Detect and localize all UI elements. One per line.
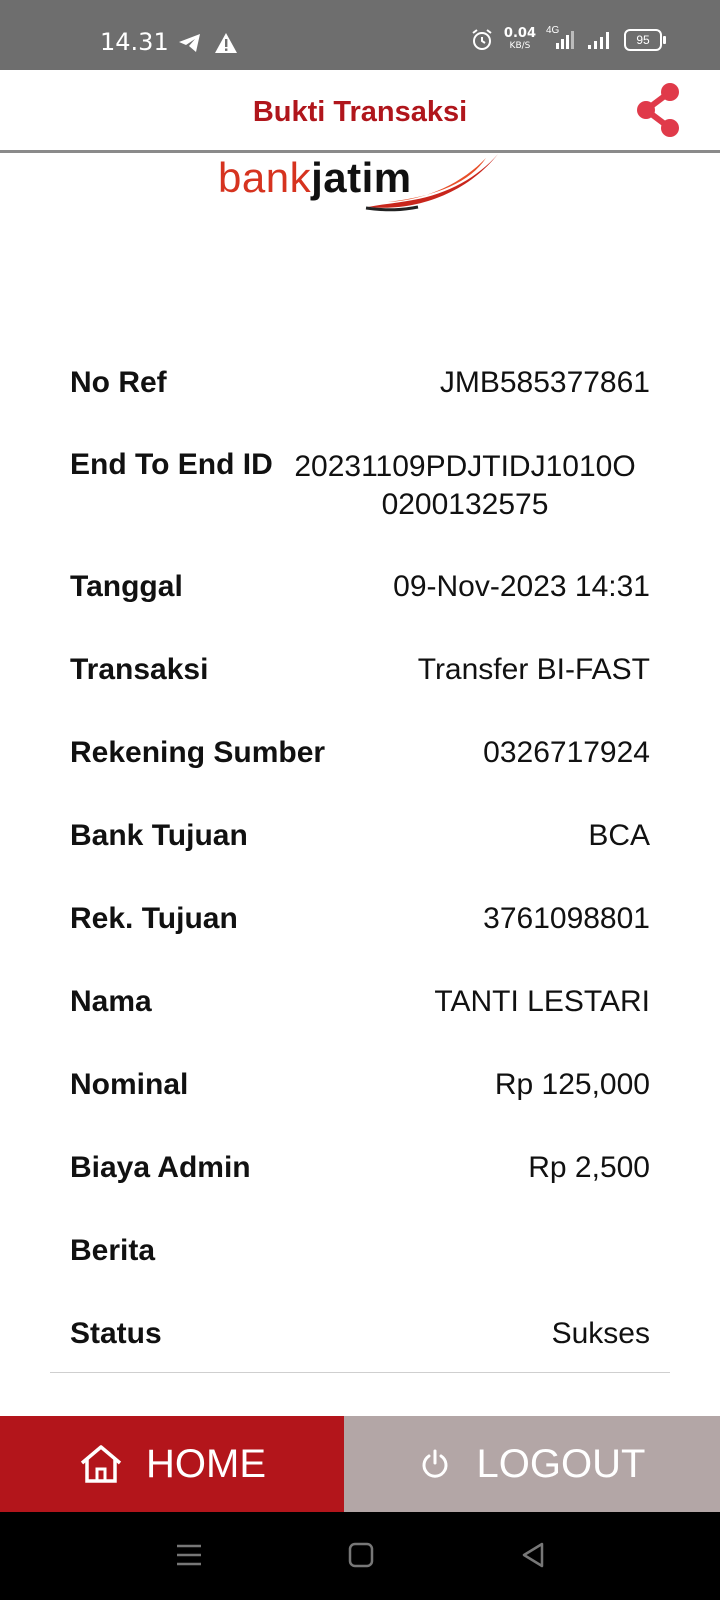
telegram-icon — [179, 34, 200, 52]
detail-label: No Ref — [70, 366, 167, 399]
logo-swoosh-icon — [365, 154, 498, 212]
alarm-icon — [472, 29, 492, 50]
network-speed: 0.04 KB/S — [503, 26, 536, 51]
detail-row-rekening-sumber: Rekening Sumber 0326717924 — [70, 736, 650, 770]
detail-row-transaksi: Transaksi Transfer BI-FAST — [70, 653, 650, 687]
detail-value: BCA — [588, 819, 650, 852]
detail-row-rek-tujuan: Rek. Tujuan 3761098801 — [70, 902, 650, 936]
detail-value: JMB585377861 — [439, 366, 650, 399]
detail-row-status: Status Sukses — [70, 1317, 650, 1351]
detail-label: Biaya Admin — [70, 1151, 251, 1184]
detail-label: Rek. Tujuan — [70, 902, 238, 935]
detail-row-nama: Nama TANTI LESTARI — [70, 985, 650, 1019]
home-icon — [80, 1445, 122, 1483]
detail-label: Nama — [70, 985, 152, 1018]
detail-label: Rekening Sumber — [70, 736, 326, 769]
app-header: Bukti Transaksi — [0, 70, 720, 153]
share-icon[interactable] — [634, 80, 684, 140]
detail-value: TANTI LESTARI — [434, 985, 650, 1018]
detail-row-biaya-admin: Biaya Admin Rp 2,500 — [70, 1151, 650, 1185]
status-bar: 14.31 0.04 KB/S 4G 95 — [0, 0, 720, 70]
detail-row-end-to-end-id: End To End ID 20231109PDJTIDJ1010O 02001… — [70, 448, 650, 524]
logout-button[interactable]: LOGOUT — [344, 1416, 720, 1512]
detail-label: Berita — [70, 1234, 156, 1267]
detail-label: Tanggal — [70, 570, 183, 603]
home-square-icon[interactable] — [348, 1540, 374, 1570]
divider — [50, 1372, 670, 1373]
detail-value: Rp 2,500 — [528, 1151, 650, 1184]
signal-icon — [588, 32, 609, 49]
detail-value: Transfer BI-FAST — [417, 653, 650, 686]
detail-row-berita: Berita — [70, 1234, 650, 1268]
detail-value: Sukses — [551, 1317, 650, 1350]
page-title: Bukti Transaksi — [252, 96, 468, 128]
status-time: 14.31 — [100, 28, 169, 56]
power-icon — [422, 1449, 448, 1478]
signal-icon: 4G — [546, 25, 576, 51]
detail-value: 3761098801 — [483, 902, 650, 935]
detail-value: 0326717924 — [483, 736, 650, 769]
detail-label: Transaksi — [70, 653, 209, 686]
warning-icon — [215, 33, 237, 53]
detail-row-bank-tujuan: Bank Tujuan BCA — [70, 819, 650, 853]
detail-label: End To End ID — [70, 448, 273, 481]
home-button[interactable]: HOME — [0, 1416, 344, 1512]
detail-label: Status — [70, 1317, 162, 1350]
detail-label: Bank Tujuan — [70, 819, 248, 852]
detail-row-no-ref: No Ref JMB585377861 — [70, 366, 650, 400]
detail-row-tanggal: Tanggal 09-Nov-2023 14:31 — [70, 570, 650, 604]
home-button-label: HOME — [146, 1441, 266, 1486]
logo-bank-text: bank — [218, 154, 312, 201]
detail-label: Nominal — [70, 1068, 189, 1101]
detail-value: 09-Nov-2023 14:31 — [393, 570, 650, 603]
detail-value: 20231109PDJTIDJ1010O 0200132575 — [294, 450, 636, 521]
back-icon[interactable] — [520, 1540, 546, 1570]
battery-icon: 95 — [624, 29, 666, 51]
logout-button-label: LOGOUT — [476, 1441, 646, 1486]
menu-icon[interactable] — [176, 1540, 202, 1570]
detail-row-nominal: Nominal Rp 125,000 — [70, 1068, 650, 1102]
system-nav-bar — [0, 1512, 720, 1600]
detail-value: Rp 125,000 — [494, 1068, 650, 1101]
bankjatim-logo: bankjatim — [218, 152, 508, 214]
